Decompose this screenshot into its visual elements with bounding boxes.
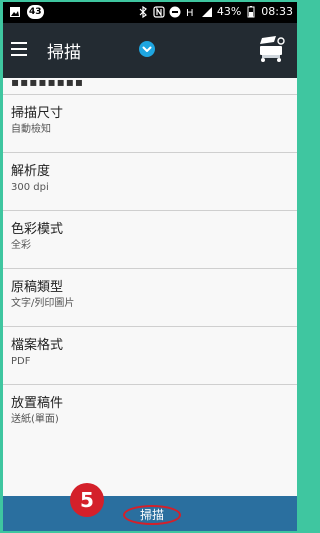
bluetooth-icon — [139, 5, 147, 18]
bottom-action-bar: 掃描 — [3, 496, 297, 531]
phone-screen: 43 H 43% 08:33 掃描 ▪▪▪▪▪▪▪▪ 掃描尺寸 自動檢知 解析度… — [3, 2, 297, 531]
chevron-down-icon[interactable] — [139, 41, 155, 57]
scanner-icon[interactable] — [257, 34, 285, 64]
nfc-icon — [153, 5, 165, 18]
app-bar: 掃描 — [3, 23, 297, 78]
status-right: H 43% 08:33 — [137, 5, 293, 18]
scan-button[interactable]: 掃描 — [123, 505, 181, 525]
svg-text:H: H — [186, 8, 194, 18]
step-number-badge: 5 — [70, 483, 104, 517]
setting-value: 文字/列印圖片 — [11, 298, 75, 309]
status-bar: 43 H 43% 08:33 — [3, 2, 297, 23]
setting-value: 自動檢知 — [11, 124, 51, 135]
setting-document-placement[interactable]: 放置稿件 送紙(單面) — [3, 384, 297, 442]
notification-badge: 43 — [27, 5, 44, 19]
setting-value: PDF — [11, 356, 31, 367]
setting-value: 300 dpi — [11, 182, 49, 193]
setting-value: 全彩 — [11, 240, 31, 251]
setting-value: 送紙(單面) — [11, 414, 59, 425]
setting-label: 解析度 — [11, 164, 51, 179]
do-not-disturb-icon — [169, 6, 181, 17]
setting-resolution[interactable]: 解析度 300 dpi — [3, 152, 297, 210]
status-time: 08:33 — [261, 5, 293, 18]
hamburger-menu-icon[interactable] — [11, 42, 27, 56]
page-title: 掃描 — [47, 43, 81, 63]
scan-settings-list: ▪▪▪▪▪▪▪▪ 掃描尺寸 自動檢知 解析度 300 dpi 色彩模式 全彩 原… — [3, 78, 297, 496]
battery-percent: 43% — [216, 5, 242, 18]
setting-label: 檔案格式 — [11, 338, 64, 353]
setting-label: 放置稿件 — [11, 396, 64, 411]
partial-list-item: ▪▪▪▪▪▪▪▪ — [3, 78, 297, 94]
network-h-icon: H — [186, 8, 194, 18]
setting-scan-size[interactable]: 掃描尺寸 自動檢知 — [3, 94, 297, 152]
setting-color-mode[interactable]: 色彩模式 全彩 — [3, 210, 297, 268]
battery-icon — [247, 5, 255, 17]
status-left: 43 — [9, 5, 44, 19]
setting-label: 色彩模式 — [11, 222, 64, 237]
setting-file-format[interactable]: 檔案格式 PDF — [3, 326, 297, 384]
image-notification-icon — [10, 7, 20, 17]
setting-label: 原稿類型 — [11, 280, 64, 295]
signal-icon — [201, 6, 212, 17]
setting-document-type[interactable]: 原稿類型 文字/列印圖片 — [3, 268, 297, 326]
setting-label: 掃描尺寸 — [11, 106, 64, 121]
partial-item-text: ▪▪▪▪▪▪▪▪ — [11, 78, 85, 89]
